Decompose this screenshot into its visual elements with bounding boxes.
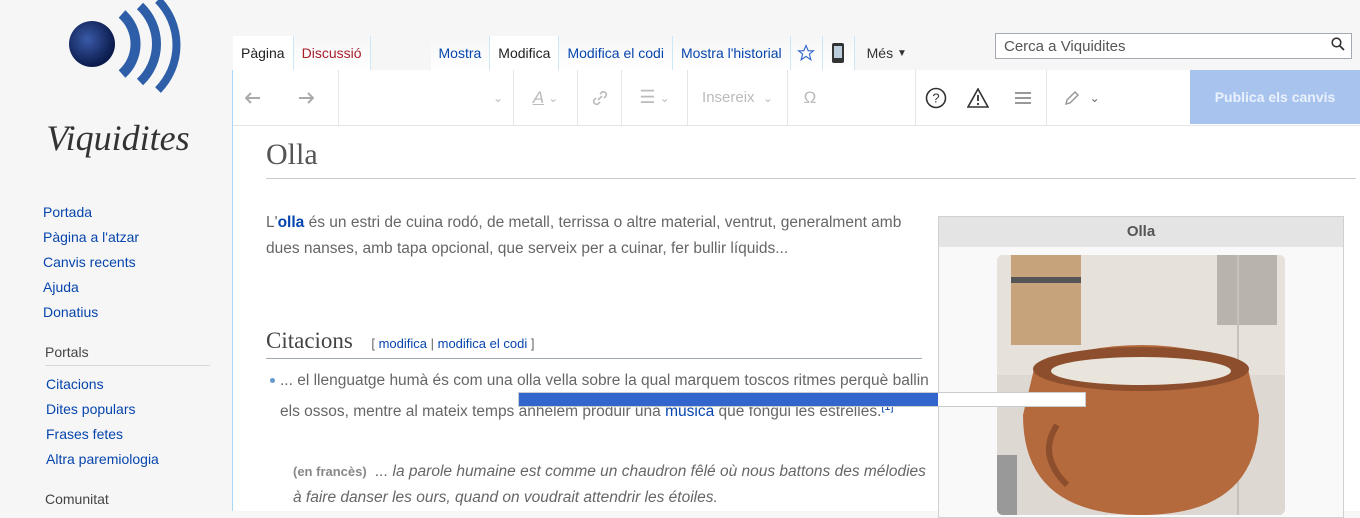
tab-spacer [371, 36, 431, 70]
tab-discussion[interactable]: Discussió [293, 36, 371, 70]
sidebar-item-help[interactable]: Ajuda [43, 279, 79, 295]
sidebar-item-frases-fetes[interactable]: Frases fetes [46, 426, 123, 442]
sidebar-item-donations[interactable]: Donatius [43, 304, 98, 320]
list-dropdown[interactable]: ☰ ⌄ [622, 70, 688, 125]
chevron-down-icon: ⌄ [492, 90, 503, 105]
tab-edit[interactable]: Modifica [490, 36, 560, 70]
bullet-icon [270, 378, 275, 383]
toolbar-spacer [832, 70, 916, 125]
page-tabs: Pàgina Discussió Mostra Modifica Modific… [233, 36, 919, 70]
chevron-down-icon: ⌄ [762, 90, 773, 105]
more-label: Més [866, 45, 894, 61]
sidebar-nav: Portada Pàgina a l'atzar Canvis recents … [0, 200, 232, 325]
translation-text: (en francès) ... la parole humaine est c… [293, 463, 926, 506]
sidebar-item-recent-changes[interactable]: Canvis recents [43, 254, 136, 270]
redo-icon[interactable] [273, 70, 339, 125]
more-menu[interactable]: Més ▼ [855, 36, 919, 70]
sidebar-item-portada[interactable]: Portada [43, 204, 92, 220]
sidebar-item-random[interactable]: Pàgina a l'atzar [43, 229, 139, 245]
watch-star-icon[interactable] [790, 36, 823, 70]
intro-paragraph: L'olla és un estri de cuina rodó, de met… [266, 214, 902, 257]
infobox: Olla [938, 216, 1344, 518]
warning-icon[interactable] [956, 70, 1000, 125]
search-input[interactable] [996, 37, 1325, 55]
special-character-icon[interactable]: Ω [788, 70, 832, 125]
language-label: (en francès) [293, 464, 367, 479]
sidebar-item-dites-populars[interactable]: Dites populars [46, 401, 136, 417]
site-logo[interactable]: Viquidites [0, 0, 232, 200]
svg-text:?: ? [932, 90, 939, 105]
list-icon: ☰ [639, 87, 656, 107]
loading-progress-bar [518, 392, 1086, 407]
insert-label: Insereix [702, 89, 755, 106]
paragraph-format-dropdown[interactable]: ⌄ [339, 70, 514, 125]
insert-dropdown[interactable]: Insereix ⌄ [688, 70, 788, 125]
chevron-down-icon: ▼ [896, 47, 907, 59]
logo-wave-icon: Viquidites [46, 0, 190, 158]
sidebar-item-altra-paremiologia[interactable]: Altra paremiologia [46, 451, 159, 467]
section-heading: Citacions [ modifica | modifica el codi … [266, 328, 922, 359]
chevron-down-icon: ⌄ [1089, 90, 1100, 105]
progress-fill [519, 393, 938, 406]
community-heading: Comunitat [45, 491, 109, 507]
tab-history[interactable]: Mostra l'historial [672, 36, 791, 70]
text-style-icon: A [532, 87, 545, 107]
undo-icon[interactable] [233, 70, 273, 125]
sidebar-item-citacions[interactable]: Citacions [46, 376, 104, 392]
edit-mode-dropdown[interactable]: ⌄ [1046, 70, 1116, 125]
section-title: Citacions [266, 328, 353, 353]
pencil-icon [1065, 90, 1080, 105]
publish-button[interactable]: Publica els canvis [1190, 70, 1360, 124]
help-icon[interactable]: ? [916, 70, 956, 125]
bold-term: olla [277, 214, 305, 231]
editor-toolbar: ⌄ A ⌄ ☰ ⌄ Insereix ⌄ Ω ? ⌄ Publica els c… [233, 70, 1360, 126]
mobile-view-icon[interactable] [822, 36, 855, 70]
sidebar: Portada Pàgina a l'atzar Canvis recents … [0, 200, 232, 518]
portals-list: Citacions Dites populars Frases fetes Al… [0, 372, 232, 472]
infobox-title: Olla [939, 217, 1343, 247]
portals-heading: Portals [45, 344, 210, 366]
chevron-down-icon: ⌄ [548, 90, 559, 105]
section-edit-links: [ modifica | modifica el codi ] [371, 336, 535, 351]
page-options-icon[interactable] [1000, 70, 1046, 125]
search-box [995, 33, 1352, 59]
tab-view[interactable]: Mostra [430, 36, 491, 70]
infobox-image[interactable] [997, 255, 1285, 515]
chevron-down-icon: ⌄ [659, 90, 670, 105]
edit-section-link[interactable]: modifica [379, 336, 427, 351]
page-title: Olla [266, 138, 1356, 179]
logo-text: Viquidites [46, 118, 189, 158]
search-icon[interactable] [1325, 37, 1351, 55]
tab-edit-source[interactable]: Modifica el codi [559, 36, 673, 70]
link-icon[interactable] [578, 70, 622, 125]
text-style-dropdown[interactable]: A ⌄ [514, 70, 578, 125]
edit-section-source-link[interactable]: modifica el codi [438, 336, 528, 351]
pot-image-icon [997, 255, 1285, 515]
tab-page[interactable]: Pàgina [233, 36, 294, 70]
